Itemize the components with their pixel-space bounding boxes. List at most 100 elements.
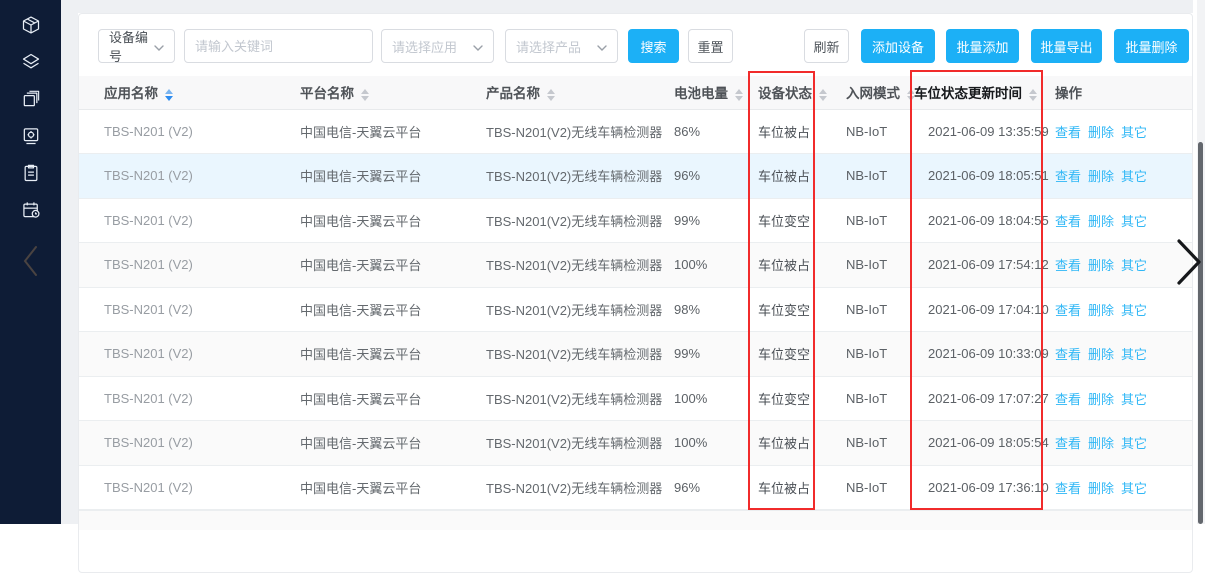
- cell-actions: 查看删除其它: [1055, 109, 1192, 154]
- column-header[interactable]: 设备状态: [758, 76, 846, 109]
- view-link[interactable]: 查看: [1055, 481, 1081, 496]
- other-link[interactable]: 其它: [1121, 214, 1147, 229]
- copy-icon: [21, 89, 41, 114]
- delete-link[interactable]: 删除: [1088, 258, 1114, 273]
- other-link[interactable]: 其它: [1121, 258, 1147, 273]
- cell-actions: 查看删除其它: [1055, 376, 1192, 421]
- cell-actions: 查看删除其它: [1055, 154, 1192, 199]
- sort-arrows-icon[interactable]: [907, 89, 914, 101]
- cell-battery: 86%: [674, 109, 758, 154]
- scrollbar-thumb[interactable]: [1198, 142, 1203, 524]
- sort-arrows-icon[interactable]: [819, 89, 827, 101]
- delete-link[interactable]: 删除: [1088, 347, 1114, 362]
- reset-button[interactable]: 重置: [688, 29, 733, 63]
- cell-product: TBS-N201(V2)无线车辆检测器: [486, 243, 674, 288]
- table-row[interactable]: TBS-N201 (V2)中国电信-天翼云平台TBS-N201(V2)无线车辆检…: [79, 376, 1192, 421]
- sidebar-item-products[interactable]: [20, 53, 42, 75]
- sidebar-item-devices[interactable]: [20, 16, 42, 38]
- sort-arrows-icon[interactable]: [1029, 89, 1037, 101]
- cell-platform: 中国电信-天翼云平台: [300, 243, 486, 288]
- table-row[interactable]: TBS-N201 (V2)中国电信-天翼云平台TBS-N201(V2)无线车辆检…: [79, 198, 1192, 243]
- batch-add-button[interactable]: 批量添加: [946, 29, 1019, 63]
- cell-network: NB-IoT: [846, 109, 914, 154]
- batch-export-button[interactable]: 批量导出: [1031, 29, 1102, 63]
- cell-app: TBS-N201 (V2): [79, 332, 300, 377]
- delete-link[interactable]: 删除: [1088, 214, 1114, 229]
- view-link[interactable]: 查看: [1055, 392, 1081, 407]
- table-row[interactable]: TBS-N201 (V2)中国电信-天翼云平台TBS-N201(V2)无线车辆检…: [79, 243, 1192, 288]
- other-link[interactable]: 其它: [1121, 125, 1147, 140]
- next-page-button[interactable]: [1176, 238, 1202, 286]
- add-device-button[interactable]: 添加设备: [861, 29, 935, 63]
- cell-network: NB-IoT: [846, 376, 914, 421]
- cell-actions: 查看删除其它: [1055, 465, 1192, 510]
- table-row[interactable]: TBS-N201 (V2)中国电信-天翼云平台TBS-N201(V2)无线车辆检…: [79, 154, 1192, 199]
- cell-network: NB-IoT: [846, 465, 914, 510]
- cell-product: TBS-N201(V2)无线车辆检测器: [486, 376, 674, 421]
- cell-status: 车位变空: [758, 287, 846, 332]
- chevron-down-icon: [467, 39, 483, 54]
- cell-updated: 2021-06-09 17:36:10: [914, 465, 1055, 510]
- cell-network: NB-IoT: [846, 421, 914, 466]
- sidebar-item-reports[interactable]: [20, 164, 42, 186]
- delete-link[interactable]: 删除: [1088, 481, 1114, 496]
- table-row[interactable]: TBS-N201 (V2)中国电信-天翼云平台TBS-N201(V2)无线车辆检…: [79, 332, 1192, 377]
- other-link[interactable]: 其它: [1121, 392, 1147, 407]
- refresh-button[interactable]: 刷新: [804, 29, 849, 63]
- sidebar-item-monitor-settings[interactable]: [20, 127, 42, 149]
- sort-arrows-icon[interactable]: [361, 89, 369, 101]
- keyword-input[interactable]: [184, 29, 373, 63]
- delete-link[interactable]: 删除: [1088, 169, 1114, 184]
- delete-link[interactable]: 删除: [1088, 125, 1114, 140]
- column-header[interactable]: 产品名称: [486, 76, 674, 109]
- cell-battery: 96%: [674, 465, 758, 510]
- cell-battery: 100%: [674, 376, 758, 421]
- table-row[interactable]: TBS-N201 (V2)中国电信-天翼云平台TBS-N201(V2)无线车辆检…: [79, 465, 1192, 510]
- application-select[interactable]: 请选择应用: [381, 29, 494, 63]
- batch-delete-button[interactable]: 批量删除: [1114, 29, 1189, 63]
- cell-app: TBS-N201 (V2): [79, 465, 300, 510]
- table-row[interactable]: TBS-N201 (V2)中国电信-天翼云平台TBS-N201(V2)无线车辆检…: [79, 421, 1192, 466]
- view-link[interactable]: 查看: [1055, 436, 1081, 451]
- table-row[interactable]: TBS-N201 (V2)中国电信-天翼云平台TBS-N201(V2)无线车辆检…: [79, 109, 1192, 154]
- column-header[interactable]: 车位状态更新时间: [914, 76, 1055, 109]
- cell-status: 车位变空: [758, 376, 846, 421]
- field-select[interactable]: 设备编号: [98, 29, 175, 63]
- cell-app: TBS-N201 (V2): [79, 109, 300, 154]
- sidebar-item-applications[interactable]: [20, 90, 42, 112]
- view-link[interactable]: 查看: [1055, 169, 1081, 184]
- search-button[interactable]: 搜索: [628, 29, 679, 63]
- sort-arrows-icon[interactable]: [165, 89, 173, 101]
- delete-link[interactable]: 删除: [1088, 303, 1114, 318]
- other-link[interactable]: 其它: [1121, 436, 1147, 451]
- delete-link[interactable]: 删除: [1088, 436, 1114, 451]
- other-link[interactable]: 其它: [1121, 481, 1147, 496]
- view-link[interactable]: 查看: [1055, 347, 1081, 362]
- cell-status: 车位被占: [758, 421, 846, 466]
- cell-product: TBS-N201(V2)无线车辆检测器: [486, 154, 674, 199]
- cell-status: 车位变空: [758, 198, 846, 243]
- calendar-clock-icon: [21, 200, 41, 225]
- view-link[interactable]: 查看: [1055, 258, 1081, 273]
- cell-platform: 中国电信-天翼云平台: [300, 376, 486, 421]
- view-link[interactable]: 查看: [1055, 303, 1081, 318]
- view-link[interactable]: 查看: [1055, 125, 1081, 140]
- sort-arrows-icon[interactable]: [735, 89, 743, 101]
- column-header[interactable]: 平台名称: [300, 76, 486, 109]
- column-header[interactable]: 应用名称: [79, 76, 300, 109]
- column-header[interactable]: 入网模式: [846, 76, 914, 109]
- table-row[interactable]: TBS-N201 (V2)中国电信-天翼云平台TBS-N201(V2)无线车辆检…: [79, 287, 1192, 332]
- column-header[interactable]: 电池电量: [674, 76, 758, 109]
- cell-product: TBS-N201(V2)无线车辆检测器: [486, 332, 674, 377]
- cell-actions: 查看删除其它: [1055, 332, 1192, 377]
- sidebar-collapse-button[interactable]: [20, 252, 42, 274]
- other-link[interactable]: 其它: [1121, 169, 1147, 184]
- sort-arrows-icon[interactable]: [547, 89, 555, 101]
- other-link[interactable]: 其它: [1121, 347, 1147, 362]
- other-link[interactable]: 其它: [1121, 303, 1147, 318]
- delete-link[interactable]: 删除: [1088, 392, 1114, 407]
- product-select[interactable]: 请选择产品: [505, 29, 618, 63]
- view-link[interactable]: 查看: [1055, 214, 1081, 229]
- sidebar-item-schedule[interactable]: [20, 201, 42, 223]
- table-header-row: 应用名称平台名称产品名称电池电量设备状态入网模式车位状态更新时间操作: [79, 76, 1192, 109]
